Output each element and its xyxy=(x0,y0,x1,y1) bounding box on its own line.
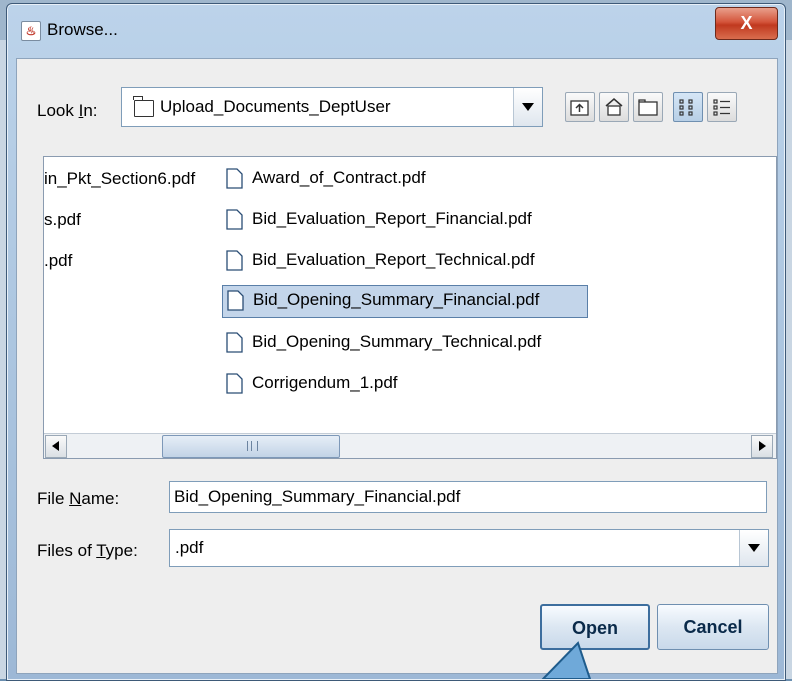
pointer-arrow-icon xyxy=(541,641,592,679)
